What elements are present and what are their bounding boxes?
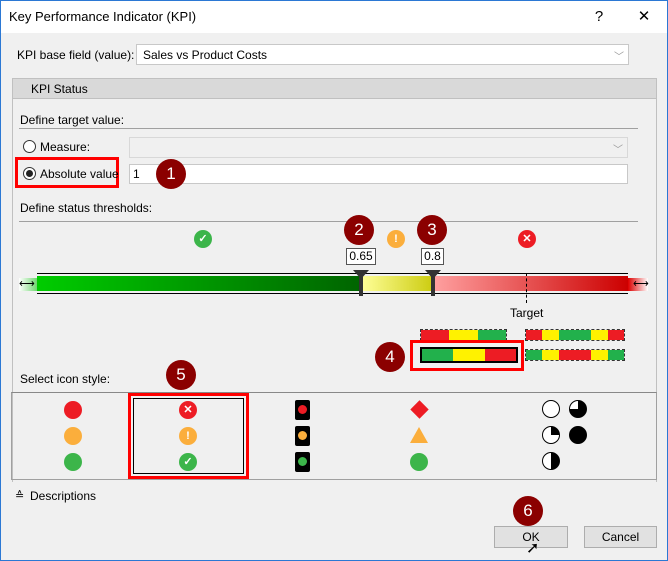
icon-set-symbols[interactable]: ✕ ! ✓ <box>179 401 197 471</box>
yellow-range <box>361 276 433 291</box>
target-label: Target <box>510 306 544 320</box>
exclamation-icon: ! <box>387 230 405 248</box>
green-circle-icon <box>410 453 428 471</box>
close-button[interactable]: ✕ <box>629 5 659 29</box>
base-field-label: KPI base field (value): <box>17 48 135 62</box>
tab-kpi-status[interactable]: KPI Status <box>12 78 657 99</box>
thresholds-heading: Define status thresholds: <box>20 201 153 215</box>
green-range <box>37 276 361 291</box>
absolute-value-text: 1 <box>133 167 140 181</box>
band-option-red-yellow-green-yellow-red[interactable] <box>525 329 625 341</box>
measure-label: Measure: <box>40 140 91 154</box>
check-icon: ✓ <box>179 453 197 471</box>
orange-circle-icon <box>64 427 82 445</box>
x-icon: ✕ <box>179 401 197 419</box>
full-circle-icon <box>569 426 587 444</box>
chevron-down-icon: ﹀ <box>614 52 624 63</box>
bar-bottom-line <box>37 293 628 294</box>
high-threshold-value[interactable]: 0.8 <box>421 248 444 265</box>
collapse-icon[interactable]: ≙ <box>15 489 24 502</box>
cancel-button[interactable]: Cancel <box>584 526 657 548</box>
right-resize-arrow-icon[interactable]: ⟷ <box>633 277 649 290</box>
icon-set-quarters[interactable] <box>542 400 592 472</box>
exclamation-icon: ! <box>179 427 197 445</box>
orange-triangle-icon <box>410 427 428 443</box>
callout-4: 4 <box>375 342 405 372</box>
callout-1: 1 <box>156 159 186 189</box>
icon-set-circles[interactable] <box>64 401 82 471</box>
mouse-cursor-icon: ➚ <box>526 540 540 557</box>
band-option-green-yellow-red-yellow-green[interactable] <box>525 349 625 361</box>
help-button[interactable]: ? <box>584 5 614 29</box>
measure-radio[interactable] <box>23 140 36 153</box>
quarter-circle-icon <box>542 426 560 444</box>
bar-top-line <box>37 273 628 274</box>
green-circle-icon <box>64 453 82 471</box>
check-icon: ✓ <box>194 230 212 248</box>
target-marker <box>526 273 527 303</box>
band-option-green-yellow-red-selected[interactable] <box>420 347 518 363</box>
x-icon: ✕ <box>518 230 536 248</box>
icon-style-heading: Select icon style: <box>20 372 111 386</box>
half-circle-icon <box>542 452 560 470</box>
divider <box>19 128 638 129</box>
divider <box>19 221 638 222</box>
dialog-title: Key Performance Indicator (KPI) <box>9 9 197 24</box>
callout-3: 3 <box>417 215 447 245</box>
traffic-light-orange-icon <box>295 426 310 446</box>
measure-select[interactable]: ﹀ <box>129 137 628 158</box>
absolute-value-label: Absolute value <box>40 167 119 181</box>
icon-set-shapes[interactable] <box>409 400 429 472</box>
absolute-value-radio[interactable] <box>23 167 36 180</box>
kpi-dialog: Key Performance Indicator (KPI) ? ✕ KPI … <box>0 0 668 561</box>
traffic-light-green-icon <box>295 452 310 472</box>
callout-5: 5 <box>166 360 196 390</box>
tab-label: KPI Status <box>31 82 88 96</box>
red-circle-icon <box>64 401 82 419</box>
descriptions-toggle[interactable]: Descriptions <box>30 489 96 503</box>
icon-set-traffic-lights[interactable] <box>295 400 311 472</box>
low-threshold-value[interactable]: 0.65 <box>346 248 376 265</box>
high-threshold-stem[interactable] <box>431 276 435 296</box>
callout-2: 2 <box>344 215 374 245</box>
callout-6: 6 <box>513 496 543 526</box>
base-field-value: Sales vs Product Costs <box>143 48 268 62</box>
traffic-light-red-icon <box>295 400 310 420</box>
base-field-select[interactable]: Sales vs Product Costs ﹀ <box>136 44 629 65</box>
absolute-value-input[interactable]: 1 <box>129 164 628 184</box>
chevron-down-icon: ﹀ <box>613 145 623 156</box>
low-threshold-stem[interactable] <box>359 276 363 296</box>
red-range <box>433 276 628 291</box>
title-bar: Key Performance Indicator (KPI) ? ✕ <box>1 1 667 33</box>
three-quarter-circle-icon <box>569 400 587 418</box>
red-diamond-icon <box>410 400 429 419</box>
target-heading: Define target value: <box>20 113 125 127</box>
left-resize-arrow-icon[interactable]: ⟷ <box>19 277 35 290</box>
empty-circle-icon <box>542 400 560 418</box>
